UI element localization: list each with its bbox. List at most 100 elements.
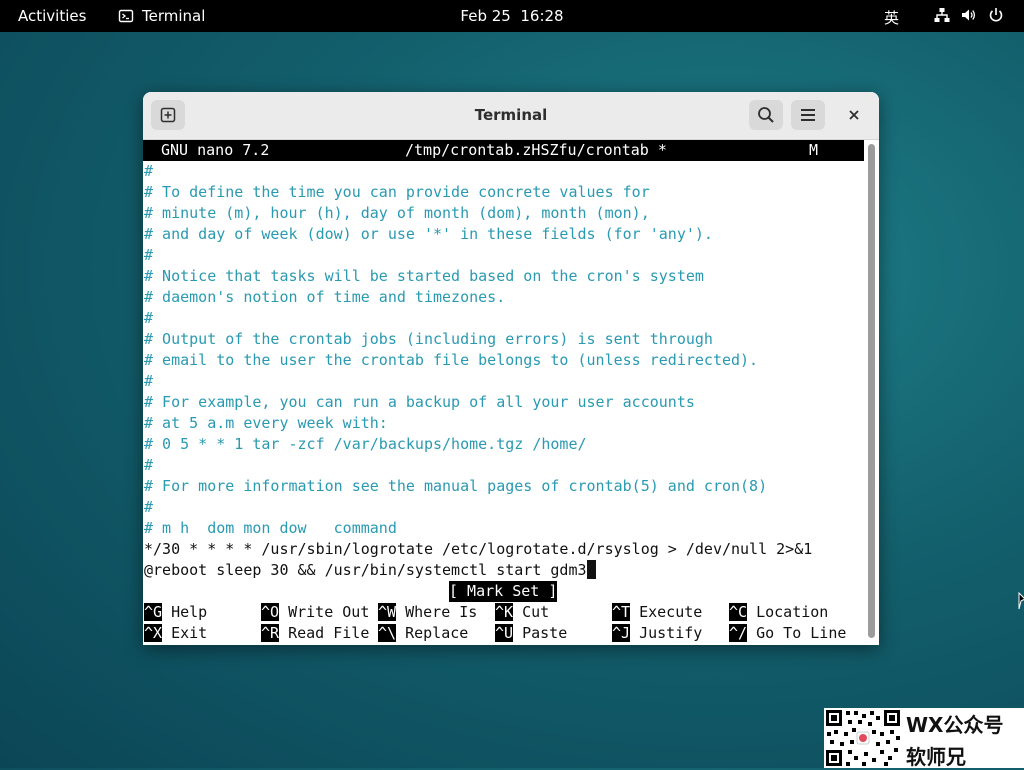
nano-version: GNU nano 7.2 (161, 141, 270, 159)
network-icon (934, 8, 950, 22)
shortcut-key: ^T (612, 603, 631, 621)
line-text: # Notice that tasks will be started base… (144, 267, 704, 285)
terminal-content[interactable]: GNU nano 7.2 /tmp/crontab.zHSZfu/crontab… (143, 140, 865, 645)
nano-filename: /tmp/crontab.zHSZfu/crontab * (405, 141, 667, 159)
volume-icon (962, 9, 976, 21)
shortcut-label: Exit (162, 624, 208, 642)
search-button[interactable] (749, 100, 783, 130)
comment-line: # minute (m), hour (h), day of month (do… (144, 203, 650, 224)
line-text: */30 * * * * /usr/sbin/logrotate /etc/lo… (144, 540, 813, 558)
power-icon (989, 8, 1003, 22)
shortcut-label: Read File (279, 624, 370, 642)
shortcut-label: Replace (396, 624, 469, 642)
shortcut-item[interactable]: ^T Execute (612, 602, 702, 623)
line-text: # To define the time you can provide con… (144, 183, 650, 201)
app-menu-terminal[interactable]: Terminal (118, 7, 205, 25)
shortcut-label: Go To Line (747, 624, 847, 642)
comment-line: # m h dom mon dow command (144, 518, 397, 539)
shortcut-key: ^K (495, 603, 514, 621)
comment-line: # Output of the crontab jobs (including … (144, 329, 713, 350)
shortcut-label: Cut (513, 603, 550, 621)
line-text: # (144, 246, 154, 264)
shortcut-item[interactable]: ^U Paste (495, 623, 567, 644)
line-text: # 0 5 * * 1 tar -zcf /var/backups/home.t… (144, 435, 587, 453)
shortcut-label: Execute (630, 603, 703, 621)
close-button[interactable] (841, 102, 867, 128)
shortcut-item[interactable]: ^R Read File (261, 623, 369, 644)
comment-line: # (144, 455, 153, 476)
shortcut-key: ^J (612, 624, 631, 642)
window-titlebar[interactable]: Terminal (143, 92, 879, 140)
shortcut-label: Write Out (279, 603, 370, 621)
shortcut-label: Location (747, 603, 829, 621)
mouse-pointer-icon (1018, 592, 1024, 610)
status-message: [ Mark Set ] (449, 582, 558, 600)
shortcut-key: ^X (144, 624, 163, 642)
close-icon (849, 110, 859, 120)
comment-line: # For example, you can run a backup of a… (144, 392, 695, 413)
shortcut-label: Paste (513, 624, 568, 642)
shortcut-item[interactable]: ^G Help (144, 602, 207, 623)
menu-button[interactable] (791, 100, 825, 130)
shortcut-item[interactable]: ^O Write Out (261, 602, 369, 623)
comment-line: # Notice that tasks will be started base… (144, 266, 704, 287)
line-text: # (144, 372, 154, 390)
comment-line: # 0 5 * * 1 tar -zcf /var/backups/home.t… (144, 434, 587, 455)
cron-entry-line: */30 * * * * /usr/sbin/logrotate /etc/lo… (144, 539, 812, 560)
line-text: # Output of the crontab jobs (including … (144, 330, 713, 348)
shortcut-item[interactable]: ^C Location (729, 602, 828, 623)
comment-line: # daemon's notion of time and timezones. (144, 287, 505, 308)
shortcut-key: ^C (729, 603, 748, 621)
line-text: # For more information see the manual pa… (144, 477, 768, 495)
shortcut-key: ^/ (729, 624, 748, 642)
search-icon (758, 107, 774, 123)
scrollbar[interactable] (868, 144, 875, 638)
shortcut-item[interactable]: ^/ Go To Line (729, 623, 846, 644)
clock[interactable]: Feb 25 16:28 (460, 7, 563, 25)
watermark: WX公众号 软师兄 (824, 708, 1024, 769)
comment-line: # at 5 a.m every week with: (144, 413, 388, 434)
nano-modified-flag: M (809, 141, 819, 159)
text-cursor (586, 560, 596, 579)
nano-header: GNU nano 7.2 /tmp/crontab.zHSZfu/crontab… (143, 140, 864, 161)
qr-code-icon (824, 708, 902, 768)
shortcut-item[interactable]: ^K Cut (495, 602, 549, 623)
terminal-icon (118, 9, 134, 23)
shortcut-key: ^\ (378, 624, 397, 642)
terminal-window: Terminal GNU nano 7.2 /tmp/crontab.zHSZf… (143, 92, 879, 645)
line-text: # (144, 456, 154, 474)
line-text: # For example, you can run a backup of a… (144, 393, 695, 411)
line-text: # email to the user the crontab file bel… (144, 351, 759, 369)
comment-line: # (144, 308, 153, 329)
line-text: # at 5 a.m every week with: (144, 414, 388, 432)
activities-button[interactable]: Activities (18, 7, 86, 25)
comment-line: # (144, 161, 153, 182)
nano-shortcut-bar: ^G Help ^O Write Out ^W Where Is ^K Cut ^T E… (143, 602, 865, 644)
shortcut-item[interactable]: ^J Justify (612, 623, 702, 644)
app-menu-label: Terminal (142, 7, 206, 25)
new-tab-button[interactable] (151, 100, 185, 130)
shortcut-key: ^U (495, 624, 514, 642)
line-text: @reboot sleep 30 && /usr/bin/systemctl s… (144, 561, 587, 579)
line-text: # (144, 309, 154, 327)
shortcut-item[interactable]: ^X Exit (144, 623, 207, 644)
line-text: # m h dom mon dow command (144, 519, 397, 537)
shortcut-label: Justify (630, 624, 703, 642)
shortcut-key: ^O (261, 603, 280, 621)
shortcut-key: ^R (261, 624, 280, 642)
shortcut-item[interactable]: ^\ Replace (378, 623, 468, 644)
shortcut-key: ^W (378, 603, 397, 621)
shortcut-item[interactable]: ^W Where Is (378, 602, 477, 623)
system-tray[interactable] (934, 7, 1004, 23)
comment-line: # For more information see the manual pa… (144, 476, 767, 497)
line-text: # daemon's notion of time and timezones. (144, 288, 506, 306)
comment-line: # (144, 497, 153, 518)
comment-line: # To define the time you can provide con… (144, 182, 650, 203)
shortcut-label: Where Is (396, 603, 478, 621)
watermark-line2: 软师兄 (906, 745, 966, 769)
shortcut-label: Help (162, 603, 208, 621)
line-text: # (144, 162, 154, 180)
top-bar: Activities Terminal Feb 25 16:28 英 (0, 0, 1024, 32)
input-method-indicator[interactable]: 英 (884, 7, 899, 28)
line-text: # (144, 498, 154, 516)
